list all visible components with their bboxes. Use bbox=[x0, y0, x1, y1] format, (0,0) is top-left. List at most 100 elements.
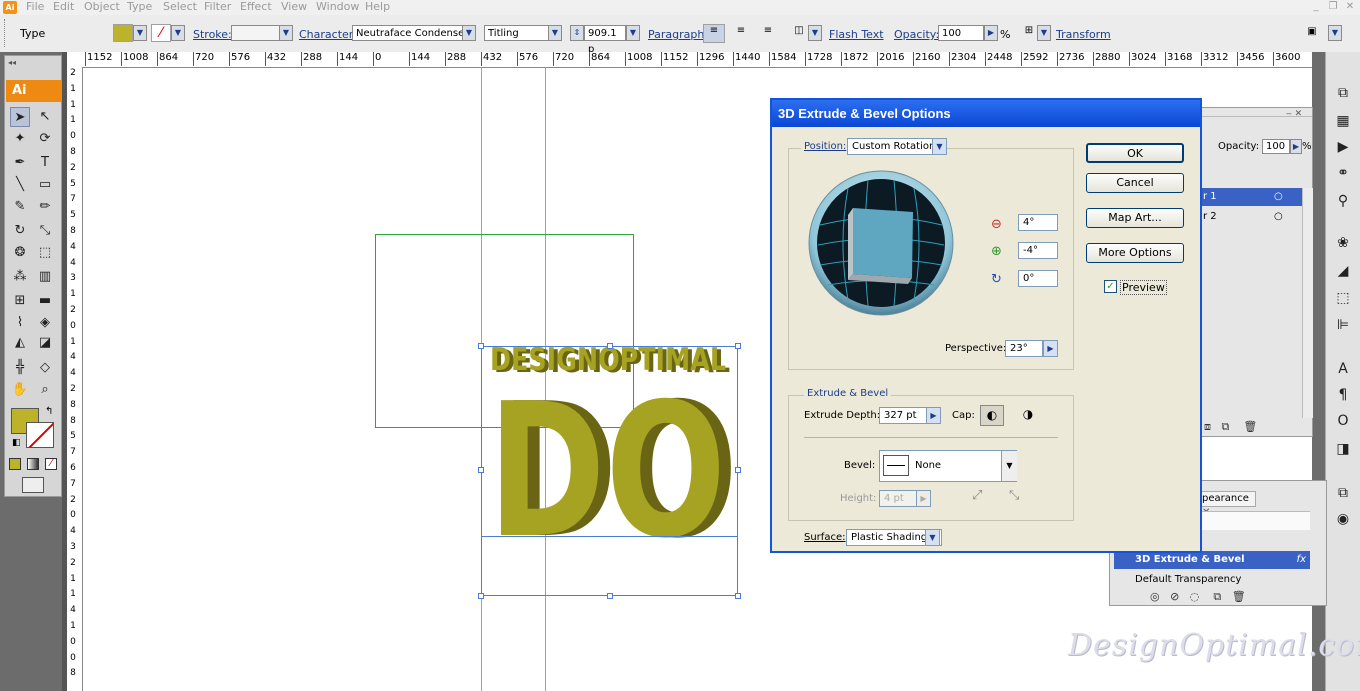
cancel-button[interactable]: Cancel bbox=[1086, 173, 1184, 193]
stroke-dropdown-icon[interactable]: ▼ bbox=[171, 25, 185, 41]
hand-tool-icon[interactable]: ✋ bbox=[10, 380, 30, 400]
align-grid-icon[interactable]: ⊞ bbox=[1021, 24, 1037, 43]
font-size-dropdown-icon[interactable]: ▼ bbox=[626, 25, 640, 41]
character-label[interactable]: Character: bbox=[299, 28, 357, 41]
gradient-panel-icon[interactable]: ◨ bbox=[1332, 438, 1354, 460]
links-icon[interactable]: ⚭ bbox=[1332, 162, 1354, 184]
surface-dropdown-icon[interactable]: ▼ bbox=[925, 529, 940, 546]
pencil-tool-icon[interactable]: ✏ bbox=[35, 197, 55, 217]
rotate-z-field[interactable]: 0° bbox=[1018, 270, 1058, 287]
rotate-x-field[interactable]: 4° bbox=[1018, 214, 1058, 231]
navigator-icon[interactable]: ⧉ bbox=[1332, 82, 1354, 104]
paintbrush-tool-icon[interactable]: ✎ bbox=[10, 197, 30, 217]
eraser-tool-icon[interactable]: ◇ bbox=[35, 358, 55, 378]
layers-panel-icon[interactable]: ⧉ bbox=[1332, 482, 1354, 504]
handle-se[interactable] bbox=[735, 593, 741, 599]
bevel-extent-in-icon[interactable]: ⤡ bbox=[1009, 488, 1019, 503]
preview-label[interactable]: Preview bbox=[1120, 280, 1167, 295]
align-center-icon[interactable]: ≡ bbox=[730, 24, 752, 43]
selection-tool-icon[interactable]: ➤ bbox=[10, 107, 30, 127]
handle-s[interactable] bbox=[607, 593, 613, 599]
transform-panel-icon[interactable]: ⬚ bbox=[1332, 287, 1354, 309]
align-grid-dropdown-icon[interactable]: ▼ bbox=[1037, 25, 1051, 41]
handle-w[interactable] bbox=[478, 467, 484, 473]
layer-target-icon[interactable]: ○ bbox=[1274, 208, 1283, 226]
dialog-title[interactable]: 3D Extrude & Bevel Options bbox=[772, 100, 1200, 127]
restore-icon[interactable]: ❐ bbox=[1327, 1, 1339, 13]
magic-wand-tool-icon[interactable]: ✦ bbox=[10, 129, 30, 149]
perspective-slider-icon[interactable]: ▶ bbox=[1043, 340, 1058, 357]
bridge-icon[interactable]: ▣ bbox=[1300, 25, 1324, 43]
height-slider-icon[interactable]: ▶ bbox=[916, 490, 931, 507]
preview-checkbox[interactable]: ✓ bbox=[1104, 280, 1117, 293]
envelope-icon[interactable]: ◫ bbox=[790, 24, 808, 43]
align-left-icon[interactable]: ≡ bbox=[703, 24, 725, 43]
layer-target-icon[interactable]: ○ bbox=[1274, 188, 1283, 206]
font-family-dropdown-icon[interactable]: ▼ bbox=[462, 25, 476, 41]
stroke-label[interactable]: Stroke: bbox=[193, 28, 232, 41]
grip-icon[interactable] bbox=[4, 19, 8, 47]
opacity-label[interactable]: Opacity: bbox=[894, 28, 939, 41]
swap-colors-icon[interactable]: ↰ bbox=[45, 406, 53, 417]
layer-row-2[interactable]: r 2 ○ bbox=[1196, 208, 1302, 226]
opacity-field[interactable]: 100 bbox=[938, 25, 984, 41]
color-mode-icon[interactable] bbox=[9, 458, 21, 470]
fill-dropdown-icon[interactable]: ▼ bbox=[133, 25, 147, 41]
minimize-icon[interactable]: _ bbox=[1310, 1, 1322, 13]
perspective-field[interactable]: 23° bbox=[1005, 340, 1043, 357]
opacity-arrow-icon[interactable]: ▶ bbox=[984, 25, 998, 41]
stroke-panel-icon[interactable]: ⚲ bbox=[1332, 190, 1354, 212]
layers-opacity-arrow-icon[interactable]: ▶ bbox=[1290, 139, 1302, 154]
menu-edit[interactable]: Edit bbox=[53, 0, 74, 14]
live-paint-tool-icon[interactable]: ◭ bbox=[10, 333, 30, 353]
paragraph-label[interactable]: Paragraph: bbox=[648, 28, 708, 41]
more-options-button[interactable]: More Options bbox=[1086, 243, 1184, 263]
appearance-panel-icon[interactable]: ◉ bbox=[1332, 508, 1354, 530]
menu-file[interactable]: File bbox=[26, 0, 44, 14]
panel-collapse-icon[interactable]: ‒ ✕ bbox=[1286, 109, 1302, 119]
handle-sw[interactable] bbox=[478, 593, 484, 599]
rotate-y-field[interactable]: -4° bbox=[1018, 242, 1058, 259]
eyedropper-tool-icon[interactable]: ⌇ bbox=[10, 313, 30, 333]
graph-tool-icon[interactable]: ▥ bbox=[35, 267, 55, 287]
scale-tool-icon[interactable]: ⤡ bbox=[35, 221, 55, 241]
slice-tool-icon[interactable]: ╬ bbox=[10, 358, 30, 378]
paragraph-panel-icon[interactable]: ¶ bbox=[1332, 384, 1354, 406]
menu-filter[interactable]: Filter bbox=[204, 0, 231, 14]
bevel-dropdown-icon[interactable]: ▼ bbox=[1001, 451, 1017, 481]
collapse-icon[interactable]: ◂◂ bbox=[8, 58, 16, 67]
warp-tool-icon[interactable]: ❂ bbox=[10, 243, 30, 263]
live-paint-selection-tool-icon[interactable]: ◪ bbox=[35, 333, 55, 353]
close-icon[interactable]: ✕ bbox=[1344, 1, 1356, 13]
layers-bottom-icons[interactable]: ⧈ ⧉ 🗑 bbox=[1204, 420, 1257, 434]
direct-selection-tool-icon[interactable]: ↖ bbox=[35, 107, 55, 127]
lasso-tool-icon[interactable]: ⟳ bbox=[35, 129, 55, 149]
symbol-sprayer-tool-icon[interactable]: ⁂ bbox=[10, 267, 30, 287]
handle-e[interactable] bbox=[735, 467, 741, 473]
font-size-stepper-icon[interactable]: ⇕ bbox=[570, 25, 584, 41]
align-right-icon[interactable]: ≡ bbox=[757, 24, 779, 43]
info-icon[interactable]: ▦ bbox=[1332, 110, 1354, 132]
menu-type[interactable]: Type bbox=[127, 0, 152, 14]
none-mode-icon[interactable]: ⁄ bbox=[45, 458, 57, 470]
actions-icon[interactable]: ▶ bbox=[1332, 136, 1354, 158]
map-art-button[interactable]: Map Art... bbox=[1086, 208, 1184, 228]
bounding-box[interactable] bbox=[481, 346, 738, 596]
transform-label[interactable]: Transform bbox=[1056, 28, 1111, 41]
zoom-tool-icon[interactable]: ⌕ bbox=[35, 380, 55, 400]
ok-button[interactable]: OK bbox=[1086, 143, 1184, 163]
layers-opacity-field[interactable]: 100 bbox=[1262, 139, 1290, 154]
position-dropdown-icon[interactable]: ▼ bbox=[932, 138, 947, 155]
gradient-mode-icon[interactable] bbox=[27, 458, 39, 470]
font-size-field[interactable]: 909.1 p bbox=[584, 25, 626, 55]
menu-select[interactable]: Select bbox=[163, 0, 197, 14]
align-panel-icon[interactable]: ⊫ bbox=[1332, 314, 1354, 336]
handle-n[interactable] bbox=[607, 343, 613, 349]
type-tool-icon[interactable]: T bbox=[35, 153, 55, 173]
gradient-tool-icon[interactable]: ▬ bbox=[35, 291, 55, 311]
menu-object[interactable]: Object bbox=[84, 0, 120, 14]
fx-icon[interactable]: fx bbox=[1297, 551, 1306, 569]
tab-appearance[interactable]: pearance ✕ bbox=[1196, 491, 1256, 518]
mesh-tool-icon[interactable]: ⊞ bbox=[10, 291, 30, 311]
menu-window[interactable]: Window bbox=[316, 0, 359, 14]
